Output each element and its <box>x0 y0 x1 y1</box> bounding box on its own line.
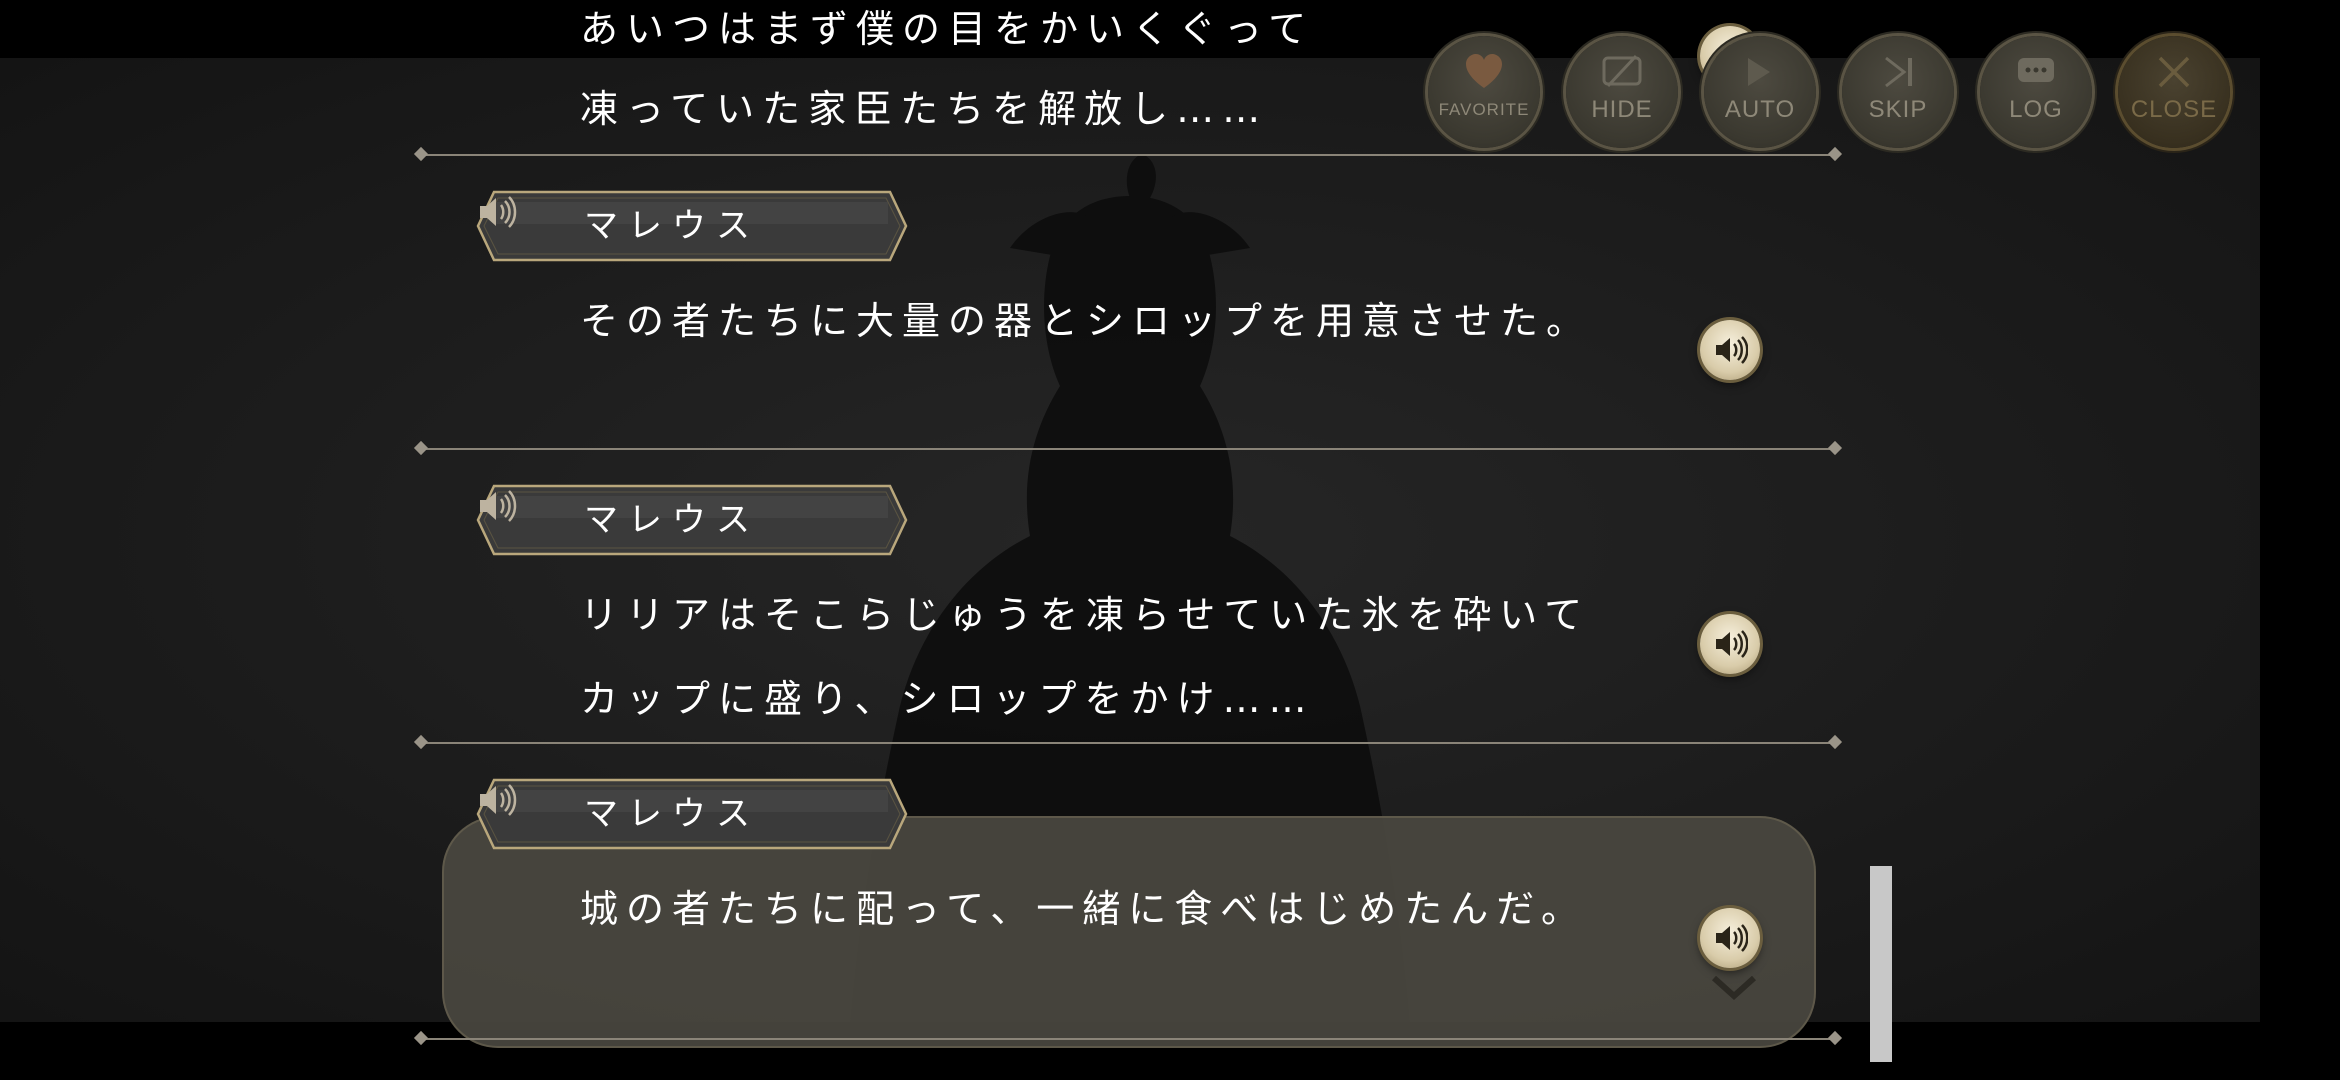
voice-replay-button[interactable] <box>1700 320 1760 380</box>
message-line: あいつはまず僕の目をかいくぐって <box>580 7 1315 51</box>
log-label: LOG <box>2009 96 2063 123</box>
speaker-icon <box>1716 336 1748 364</box>
speaker-icon[interactable] <box>476 190 520 234</box>
log-button[interactable]: LOG <box>1980 36 2092 148</box>
hide-button[interactable]: HIDE <box>1566 36 1678 148</box>
auto-label: AUTO <box>1724 96 1796 123</box>
speaker-icon <box>1716 924 1748 952</box>
hide-icon <box>1602 54 1642 88</box>
backlog-list[interactable]: あいつはまず僕の目をかいくぐって 凍っていた家臣たちを解放し…… マレウス その… <box>0 0 2340 1080</box>
auto-icon <box>1748 58 1770 86</box>
speaker-icon <box>1716 630 1748 658</box>
close-label: CLOSE <box>2130 96 2218 123</box>
heart-icon <box>1466 54 1502 88</box>
scrollbar-thumb[interactable] <box>1870 866 1892 1062</box>
speaker-name-plate: マレウス <box>476 484 908 556</box>
speaker-name: マレウス <box>584 206 760 246</box>
voice-replay-button[interactable] <box>1700 614 1760 674</box>
favorite-button[interactable]: FAVORITE <box>1428 36 1540 148</box>
entry-divider <box>420 1038 1836 1040</box>
entry-divider <box>420 154 1836 156</box>
message-line: リリアはそこらじゅうを凍らせていた氷を砕いて <box>580 593 1591 637</box>
chat-bubble-icon <box>2018 58 2054 82</box>
message-line: 凍っていた家臣たちを解放し…… <box>580 87 1269 131</box>
voice-replay-button[interactable] <box>1700 908 1760 968</box>
message-line: その者たちに大量の器とシロップを用意させた。 <box>580 299 1593 343</box>
entry-divider <box>420 742 1836 744</box>
speaker-name-plate: マレウス <box>476 190 908 262</box>
skip-label: SKIP <box>1868 96 1928 123</box>
skip-button[interactable]: SKIP <box>1842 36 1954 148</box>
speaker-icon[interactable] <box>476 484 520 528</box>
speaker-icon[interactable] <box>476 778 520 822</box>
auto-button[interactable]: AUTO <box>1704 36 1816 148</box>
speaker-name-plate: マレウス <box>476 778 908 850</box>
hide-label: HIDE <box>1591 96 1653 123</box>
close-icon <box>2158 56 2190 88</box>
speaker-name: マレウス <box>584 500 760 540</box>
skip-icon <box>1885 56 1912 88</box>
entry-divider <box>420 448 1836 450</box>
favorite-label: FAVORITE <box>1438 100 1530 119</box>
speaker-name: マレウス <box>584 794 760 834</box>
close-button[interactable]: CLOSE <box>2118 36 2230 148</box>
chevron-down-icon <box>1712 976 1756 1001</box>
message-line: 城の者たちに配って、一緒に食べはじめたんだ。 <box>580 887 1588 931</box>
message-line: カップに盛り、シロップをかけ…… <box>580 677 1315 721</box>
